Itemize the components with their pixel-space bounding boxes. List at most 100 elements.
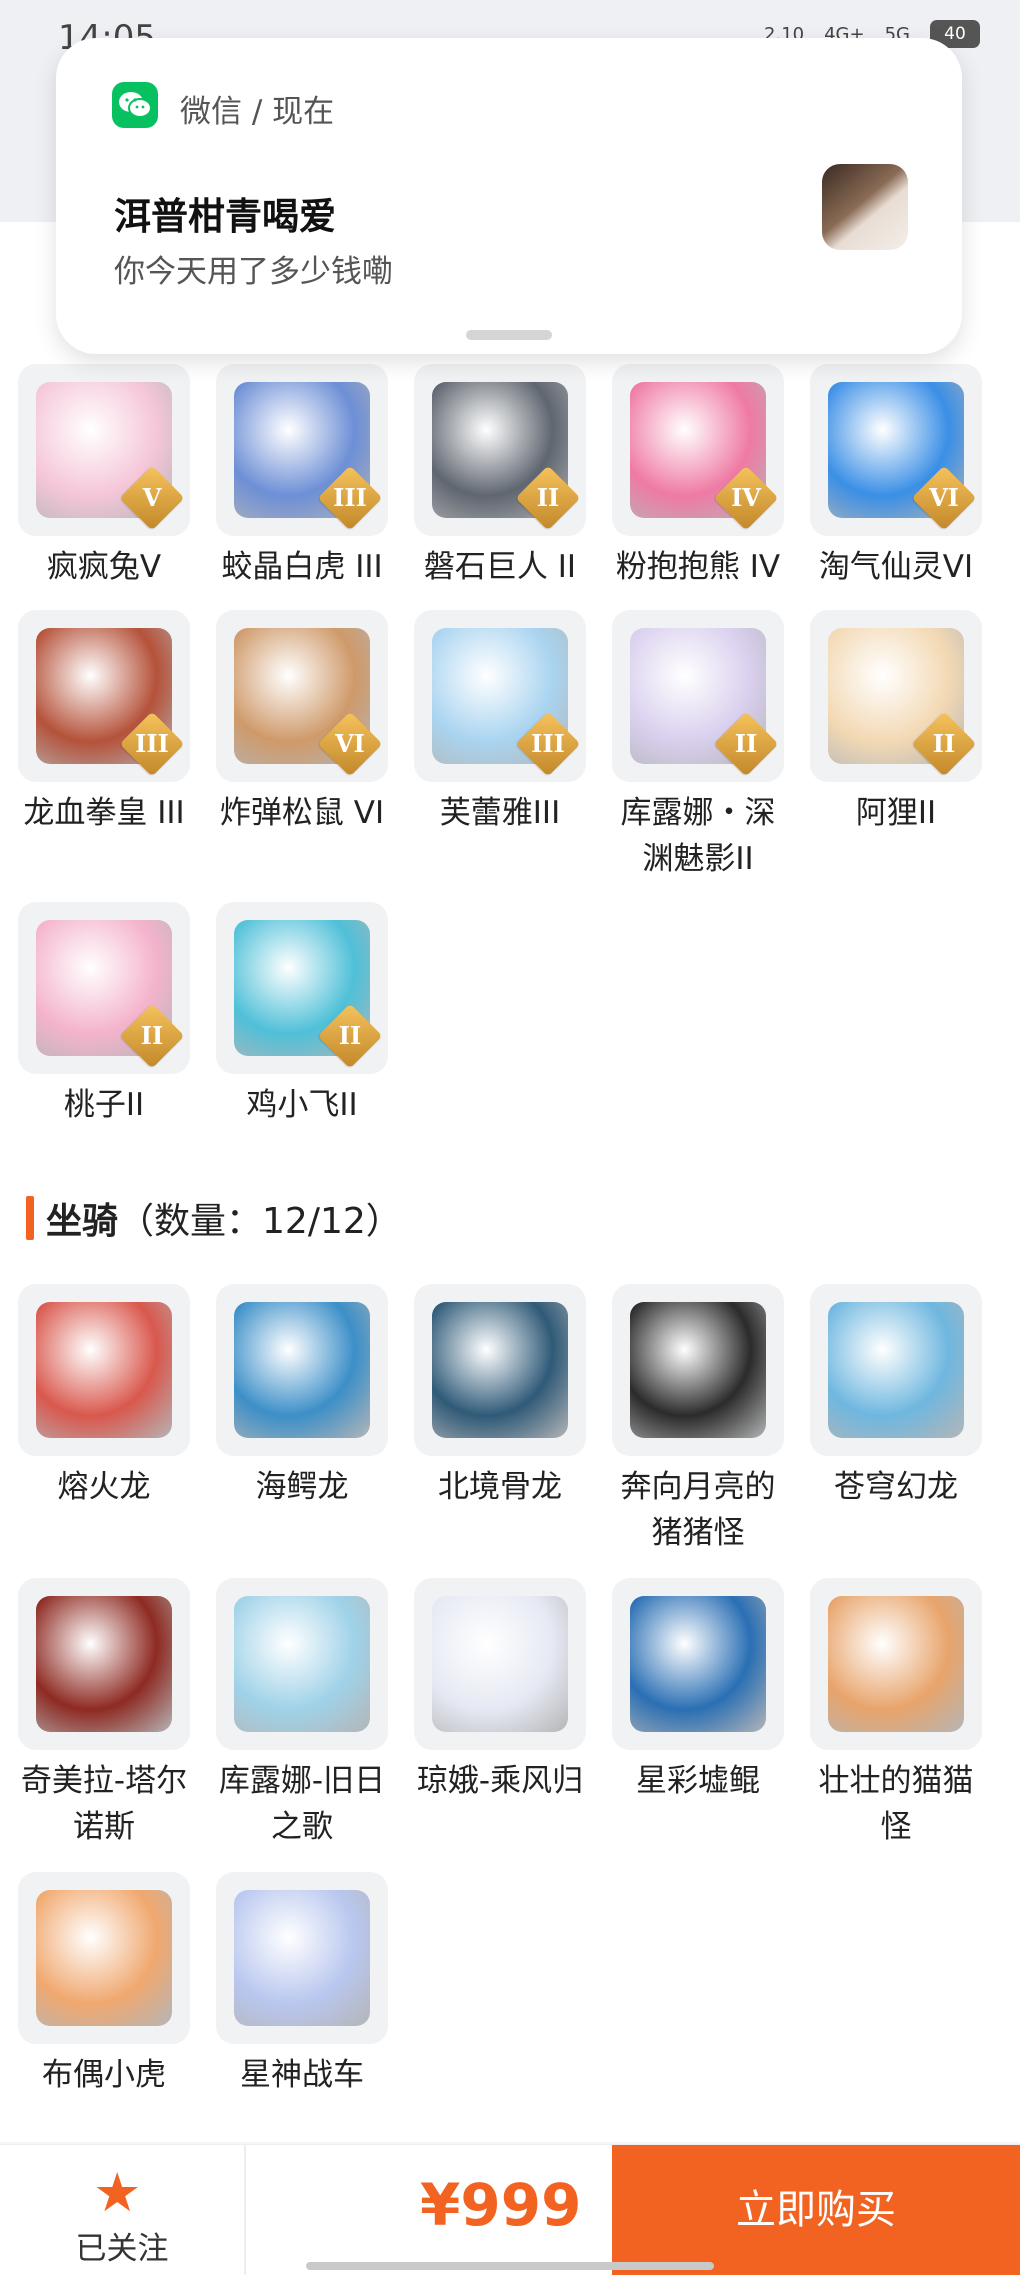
pet-thumbnail: III [18, 610, 190, 782]
rank-badge-text: VI [929, 483, 959, 512]
mount-item[interactable]: 奇美拉-塔尔诺斯 [16, 1578, 192, 1850]
pet-item[interactable]: II 桃子II [16, 902, 192, 1128]
mount-name: 库露娜-旧日之歌 [218, 1763, 386, 1845]
pet-thumbnail: II [810, 610, 982, 782]
mount-image [432, 1596, 568, 1732]
mount-thumbnail [810, 1284, 982, 1456]
price: ¥999 [420, 2171, 582, 2239]
pet-name: 粉抱抱熊 IV [615, 549, 781, 585]
pet-item[interactable]: II 阿狸II [808, 610, 984, 836]
mount-name: 星神战车 [240, 2057, 364, 2093]
pet-thumbnail: V [18, 364, 190, 536]
pet-name: 芙蕾雅III [439, 795, 561, 831]
mount-image [432, 1302, 568, 1438]
notification-handle[interactable] [466, 330, 552, 340]
mount-thumbnail [216, 1284, 388, 1456]
bottom-action-bar: ★ 已关注 ¥999 立即购买 [0, 2144, 1020, 2275]
pet-name: 蛟晶白虎 III [221, 549, 383, 585]
pet-thumbnail: VI [216, 610, 388, 782]
mount-thumbnail [18, 1578, 190, 1750]
sender-avatar [822, 164, 908, 250]
mount-thumbnail [18, 1284, 190, 1456]
wechat-notification[interactable]: 微信 / 现在 洱普柑青喝爱 你今天用了多少钱嘞 [56, 38, 962, 354]
pet-item[interactable]: VI 淘气仙灵VI [808, 364, 984, 590]
mount-name: 琼娥-乘风归 [416, 1763, 584, 1799]
mount-image [828, 1302, 964, 1438]
pet-name: 磐石巨人 II [423, 549, 577, 585]
mount-image [36, 1596, 172, 1732]
pet-thumbnail: III [414, 610, 586, 782]
mount-name: 熔火龙 [57, 1469, 151, 1505]
pet-item[interactable]: III 蛟晶白虎 III [214, 364, 390, 590]
pet-item[interactable]: V 疯疯兔V [16, 364, 192, 590]
pet-item[interactable]: II 鸡小飞II [214, 902, 390, 1128]
mount-image [36, 1890, 172, 2026]
follow-label: 已关注 [75, 2231, 169, 2267]
pet-name: 阿狸II [855, 795, 937, 831]
mount-item[interactable]: 北境骨龙 [412, 1284, 588, 1510]
rank-badge-text: III [135, 729, 169, 758]
rank-badge-text: III [531, 729, 565, 758]
mount-item[interactable]: 琼娥-乘风归 [412, 1578, 588, 1804]
mount-image [234, 1596, 370, 1732]
mount-name: 奔向月亮的猪猪怪 [620, 1469, 776, 1551]
mount-item[interactable]: 熔火龙 [16, 1284, 192, 1510]
mount-name: 海鳄龙 [255, 1469, 349, 1505]
pet-item[interactable]: VI 炸弹松鼠 VI [214, 610, 390, 836]
rank-badge-text: II [338, 1021, 362, 1050]
mount-section-title: 坐骑（数量：12/12） [46, 1192, 402, 1244]
pet-item[interactable]: III 芙蕾雅III [412, 610, 588, 836]
pet-thumbnail: VI [810, 364, 982, 536]
mount-thumbnail [414, 1578, 586, 1750]
mount-section-count: （数量：12/12） [118, 1201, 402, 1242]
mount-thumbnail [810, 1578, 982, 1750]
rank-badge-text: II [932, 729, 956, 758]
pet-name: 炸弹松鼠 VI [219, 795, 385, 831]
mount-thumbnail [216, 1872, 388, 2044]
pet-name: 龙血拳皇 III [23, 795, 185, 831]
rank-badge-text: VI [335, 729, 365, 758]
mount-item[interactable]: 库露娜-旧日之歌 [214, 1578, 390, 1850]
buy-now-button[interactable]: 立即购买 [612, 2145, 1020, 2275]
rank-badge-text: IV [731, 483, 761, 512]
notification-title: 洱普柑青喝爱 [114, 195, 336, 238]
wechat-icon [112, 82, 158, 128]
pet-thumbnail: II [18, 902, 190, 1074]
mount-name: 壮壮的猫猫怪 [818, 1763, 974, 1845]
section-accent-bar [26, 1196, 34, 1240]
mount-name: 北境骨龙 [438, 1469, 562, 1505]
pet-name: 库露娜・深渊魅影II [620, 795, 776, 877]
pet-thumbnail: IV [612, 364, 784, 536]
mount-name: 布偶小虎 [42, 2057, 166, 2093]
mount-item[interactable]: 星神战车 [214, 1872, 390, 2098]
rank-badge-text: II [734, 729, 758, 758]
mount-item[interactable]: 壮壮的猫猫怪 [808, 1578, 984, 1850]
pet-thumbnail: II [414, 364, 586, 536]
mount-image [630, 1596, 766, 1732]
mount-item[interactable]: 海鳄龙 [214, 1284, 390, 1510]
follow-button[interactable]: ★ 已关注 [0, 2145, 246, 2275]
pet-name: 鸡小飞II [246, 1087, 358, 1123]
pet-thumbnail: III [216, 364, 388, 536]
mount-item[interactable]: 奔向月亮的猪猪怪 [610, 1284, 786, 1556]
mount-item[interactable]: 苍穹幻龙 [808, 1284, 984, 1510]
pet-name: 疯疯兔V [46, 549, 162, 585]
mount-section-name: 坐骑 [46, 1201, 119, 1242]
pet-thumbnail: II [216, 902, 388, 1074]
pet-item[interactable]: II 磐石巨人 II [412, 364, 588, 590]
home-indicator[interactable] [306, 2262, 714, 2270]
mount-item[interactable]: 星彩墟鲲 [610, 1578, 786, 1804]
mount-image [234, 1302, 370, 1438]
pet-item[interactable]: III 龙血拳皇 III [16, 610, 192, 836]
mount-name: 奇美拉-塔尔诺斯 [20, 1763, 188, 1845]
mount-name: 星彩墟鲲 [636, 1763, 760, 1799]
pet-item[interactable]: II 库露娜・深渊魅影II [610, 610, 786, 882]
mount-thumbnail [612, 1578, 784, 1750]
pet-item[interactable]: IV 粉抱抱熊 IV [610, 364, 786, 590]
mount-item[interactable]: 布偶小虎 [16, 1872, 192, 2098]
pet-name: 淘气仙灵VI [818, 549, 974, 585]
rank-badge-text: II [140, 1021, 164, 1050]
mount-image [828, 1596, 964, 1732]
mount-image [36, 1302, 172, 1438]
star-icon: ★ [93, 2161, 142, 2224]
